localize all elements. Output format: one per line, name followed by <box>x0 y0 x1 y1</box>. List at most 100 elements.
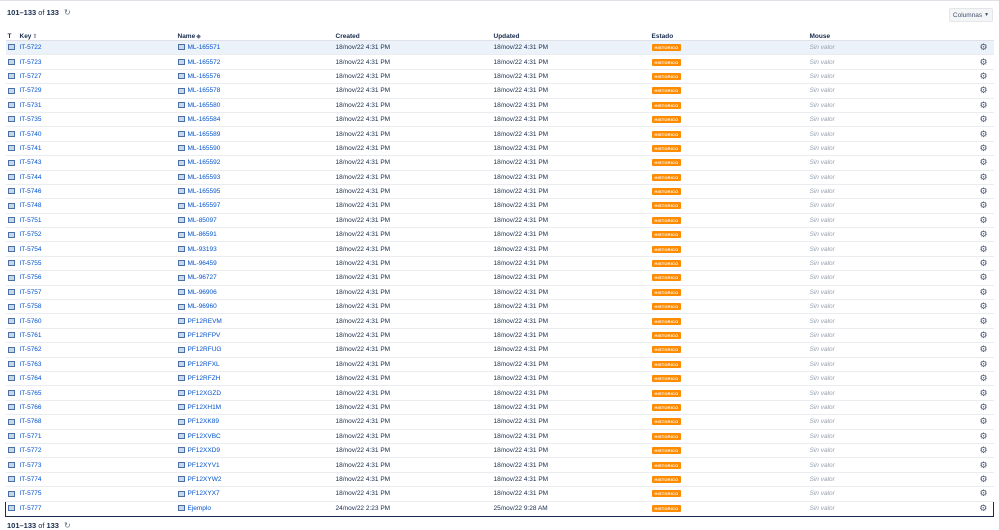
issue-name-link[interactable]: PF12RFUG <box>188 346 222 353</box>
gear-icon[interactable]: ⚙ <box>979 143 987 153</box>
gear-icon[interactable]: ⚙ <box>979 344 987 354</box>
issue-key-link[interactable]: IT-5723 <box>20 59 42 66</box>
gear-icon[interactable]: ⚙ <box>979 301 987 311</box>
gear-icon[interactable]: ⚙ <box>979 157 987 167</box>
table-row[interactable]: IT-5760 PF12REVM 18/nov/22 4:31 PM 18/nov/2… <box>5 313 994 329</box>
gear-icon[interactable]: ⚙ <box>979 272 987 282</box>
issue-name-link[interactable]: ML-86591 <box>188 231 217 238</box>
gear-icon[interactable]: ⚙ <box>979 258 987 268</box>
gear-icon[interactable]: ⚙ <box>979 172 987 182</box>
issue-key-link[interactable]: IT-5764 <box>20 375 42 382</box>
gear-icon[interactable]: ⚙ <box>979 316 987 326</box>
table-row[interactable]: IT-5755 ML-96459 18/nov/22 4:31 PM 18/nov/2… <box>5 256 994 272</box>
gear-icon[interactable]: ⚙ <box>979 100 987 110</box>
table-row[interactable]: IT-5740 ML-165589 18/nov/22 4:31 PM 18/nov/… <box>5 126 994 142</box>
gear-icon[interactable]: ⚙ <box>979 287 987 297</box>
issue-name-link[interactable]: ML-85097 <box>188 217 217 224</box>
gear-icon[interactable]: ⚙ <box>979 373 987 383</box>
gear-icon[interactable]: ⚙ <box>979 229 987 239</box>
issue-key-link[interactable]: IT-5751 <box>20 217 42 224</box>
table-row[interactable]: IT-5768 PF12XK89 18/nov/22 4:31 PM 18/nov/2… <box>5 414 994 430</box>
issue-name-link[interactable]: PF12RFXL <box>188 361 220 368</box>
table-row[interactable]: IT-5771 PF12XVBC 18/nov/22 4:31 PM 18/nov/2… <box>5 429 994 444</box>
issue-name-link[interactable]: PF12XK89 <box>188 418 219 425</box>
column-header-updated[interactable]: Updated <box>491 32 650 41</box>
table-row[interactable]: IT-5748 ML-165597 18/nov/22 4:31 PM 18/nov/… <box>5 198 994 214</box>
table-row[interactable]: IT-5764 PF12RFZH 18/nov/22 4:31 PM 18/nov/2… <box>5 371 994 387</box>
issue-key-link[interactable]: IT-5772 <box>20 447 42 454</box>
table-row[interactable]: IT-5752 ML-86591 18/nov/22 4:31 PM 18/nov/2… <box>5 227 994 243</box>
table-row[interactable]: IT-5757 ML-96906 18/nov/22 4:31 PM 18/nov/2… <box>5 285 994 301</box>
table-row[interactable]: IT-5756 ML-96727 18/nov/22 4:31 PM 18/nov/2… <box>5 270 994 286</box>
table-row[interactable]: IT-5763 PF12RFXL 18/nov/22 4:31 PM 18/nov/2… <box>5 357 994 372</box>
table-row[interactable]: IT-5774 PF12XYW2 18/nov/22 4:31 PM 18/nov/2… <box>5 472 994 488</box>
column-header-mouse[interactable]: Mouse <box>807 32 974 41</box>
issue-name-link[interactable]: ML-165597 <box>188 202 221 209</box>
issue-key-link[interactable]: IT-5768 <box>20 418 42 425</box>
table-row[interactable]: IT-5761 PF12RFPV 18/nov/22 4:31 PM 18/nov/2… <box>5 328 994 344</box>
table-row[interactable]: IT-5772 PF12XXD9 18/nov/22 4:31 PM 18/nov/2… <box>5 443 994 459</box>
issue-name-link[interactable]: ML-165572 <box>188 59 221 66</box>
table-row[interactable]: IT-5743 ML-165592 18/nov/22 4:31 PM 18/nov/… <box>5 155 994 171</box>
issue-name-link[interactable]: PF12XVBC <box>188 433 221 440</box>
table-row[interactable]: IT-5741 ML-165590 18/nov/22 4:31 PM 18/nov/… <box>5 141 994 157</box>
issue-name-link[interactable]: ML-165589 <box>188 131 221 138</box>
gear-icon[interactable]: ⚙ <box>979 215 987 225</box>
gear-icon[interactable]: ⚙ <box>979 416 987 426</box>
issue-key-link[interactable]: IT-5746 <box>20 188 42 195</box>
table-row[interactable]: IT-5744 ML-165593 18/nov/22 4:31 PM 18/nov/… <box>5 170 994 185</box>
issue-key-link[interactable]: IT-5762 <box>20 346 42 353</box>
issue-name-link[interactable]: PF12XYW2 <box>188 476 222 483</box>
issue-name-link[interactable]: Ejemplo <box>188 505 211 512</box>
column-header-estado[interactable]: Estado <box>649 32 808 41</box>
table-row[interactable]: IT-5762 PF12RFUG 18/nov/22 4:31 PM 18/nov/2… <box>5 342 994 358</box>
refresh-icon[interactable]: ↻ <box>64 8 71 17</box>
gear-icon[interactable]: ⚙ <box>979 85 987 95</box>
issue-name-link[interactable]: PF12RFPV <box>188 332 221 339</box>
issue-key-link[interactable]: IT-5763 <box>20 361 42 368</box>
table-row[interactable]: IT-5758 ML-96960 18/nov/22 4:31 PM 18/nov/2… <box>5 299 994 315</box>
gear-icon[interactable]: ⚙ <box>979 330 987 340</box>
issue-name-link[interactable]: ML-165593 <box>188 174 221 181</box>
issue-name-link[interactable]: ML-96727 <box>188 274 217 281</box>
issue-name-link[interactable]: PF12XYX7 <box>188 490 220 497</box>
gear-icon[interactable]: ⚙ <box>979 42 987 52</box>
table-row[interactable]: IT-5746 ML-165595 18/nov/22 4:31 PM 18/nov/… <box>5 184 994 200</box>
issue-name-link[interactable]: ML-96459 <box>188 260 217 267</box>
issue-key-link[interactable]: IT-5752 <box>20 231 42 238</box>
table-row[interactable]: IT-5729 ML-165578 18/nov/22 4:31 PM 18/nov/… <box>5 83 994 99</box>
issue-key-link[interactable]: IT-5756 <box>20 274 42 281</box>
issue-name-link[interactable]: ML-165578 <box>188 87 221 94</box>
gear-icon[interactable]: ⚙ <box>979 402 987 412</box>
gear-icon[interactable]: ⚙ <box>979 71 987 81</box>
issue-key-link[interactable]: IT-5754 <box>20 246 42 253</box>
table-row[interactable]: IT-5765 PF12XGZD 18/nov/22 4:31 PM 18/nov/2… <box>5 385 994 401</box>
gear-icon[interactable]: ⚙ <box>979 57 987 67</box>
issue-key-link[interactable]: IT-5748 <box>20 202 42 209</box>
gear-icon[interactable]: ⚙ <box>979 186 987 196</box>
column-header-key[interactable]: Key⇧ <box>17 32 176 41</box>
table-row[interactable]: IT-5777 Ejemplo 24/nov/22 2:23 PM 25/nov/22… <box>5 500 994 517</box>
issue-name-link[interactable]: PF12REVM <box>188 318 222 325</box>
issue-name-link[interactable]: PF12RFZH <box>188 375 221 382</box>
table-row[interactable]: IT-5735 ML-165584 18/nov/22 4:31 PM 18/nov/… <box>5 112 994 128</box>
issue-key-link[interactable]: IT-5775 <box>20 490 42 497</box>
issue-key-link[interactable]: IT-5774 <box>20 476 42 483</box>
issue-name-link[interactable]: ML-93193 <box>188 246 217 253</box>
issue-key-link[interactable]: IT-5760 <box>20 318 42 325</box>
gear-icon[interactable]: ⚙ <box>979 460 987 470</box>
issue-name-link[interactable]: ML-165584 <box>188 116 221 123</box>
issue-name-link[interactable]: ML-165576 <box>188 73 221 80</box>
gear-icon[interactable]: ⚙ <box>979 114 987 124</box>
issue-name-link[interactable]: PF12XXD9 <box>188 447 221 454</box>
issue-name-link[interactable]: ML-165595 <box>188 188 221 195</box>
table-row[interactable]: IT-5766 PF12XH1M 18/nov/22 4:31 PM 18/nov/2… <box>5 400 994 416</box>
column-header-created[interactable]: Created <box>333 32 492 41</box>
issue-key-link[interactable]: IT-5766 <box>20 404 42 411</box>
issue-key-link[interactable]: IT-5771 <box>20 433 42 440</box>
issue-key-link[interactable]: IT-5758 <box>20 303 42 310</box>
gear-icon[interactable]: ⚙ <box>979 359 987 369</box>
issue-key-link[interactable]: IT-5757 <box>20 289 42 296</box>
column-header-name[interactable]: Name◆ <box>175 32 334 41</box>
table-row[interactable]: IT-5723 ML-165572 18/nov/22 4:31 PM 18/nov/… <box>5 54 994 70</box>
